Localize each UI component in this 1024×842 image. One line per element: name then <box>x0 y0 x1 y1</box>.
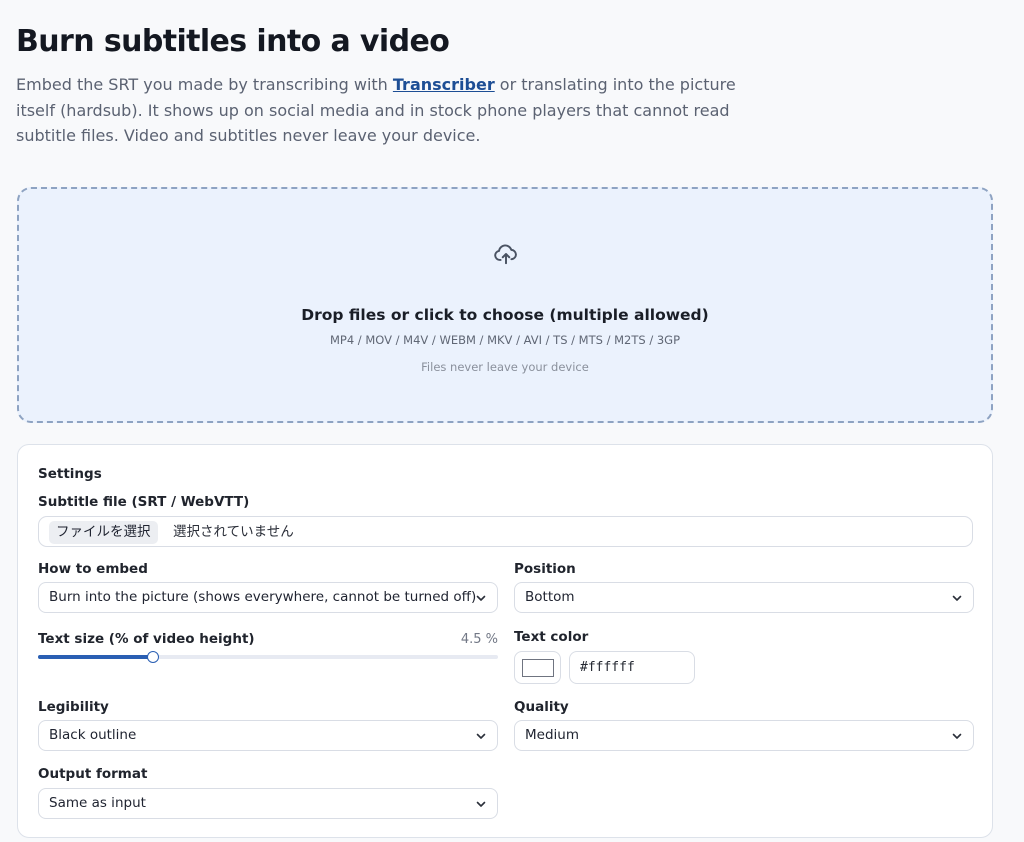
settings-panel: Settings Subtitle file (SRT / WebVTT) ファ… <box>17 444 993 838</box>
chevron-down-icon <box>476 595 486 601</box>
dropzone-formats: MP4 / MOV / M4V / WEBM / MKV / AVI / TS … <box>329 333 681 347</box>
text-color-picker[interactable] <box>514 651 561 684</box>
subtitle-file-input[interactable]: ファイルを選択 選択されていません <box>38 516 973 547</box>
slider-fill <box>38 655 153 659</box>
cloud-upload-icon <box>493 241 519 267</box>
position-select[interactable]: Bottom <box>514 582 974 613</box>
output-format-label: Output format <box>38 766 148 782</box>
position-label: Position <box>514 561 576 577</box>
legibility-value: Black outline <box>49 727 137 743</box>
chevron-down-icon <box>476 801 486 807</box>
text-size-slider[interactable] <box>38 651 498 663</box>
quality-value: Medium <box>525 727 579 743</box>
quality-label: Quality <box>514 699 569 715</box>
output-format-select[interactable]: Same as input <box>38 788 498 819</box>
slider-thumb[interactable] <box>147 651 159 663</box>
legibility-label: Legibility <box>38 699 109 715</box>
intro-text-before: Embed the SRT you made by transcribing w… <box>16 75 393 94</box>
text-size-value: 4.5 % <box>460 632 498 647</box>
dropzone-title: Drop files or click to choose (multiple … <box>301 306 709 324</box>
chevron-down-icon <box>952 595 962 601</box>
text-color-hex-input[interactable]: #ffffff <box>569 651 695 684</box>
output-format-value: Same as input <box>49 795 146 811</box>
how-to-embed-select[interactable]: Burn into the picture (shows everywhere,… <box>38 582 498 613</box>
file-status-text: 選択されていません <box>173 524 294 540</box>
position-value: Bottom <box>525 589 575 605</box>
quality-select[interactable]: Medium <box>514 720 974 751</box>
intro-text: Embed the SRT you made by transcribing w… <box>16 72 776 149</box>
dropzone-privacy-note: Files never leave your device <box>421 360 589 374</box>
settings-heading: Settings <box>38 466 102 482</box>
subtitle-file-label: Subtitle file (SRT / WebVTT) <box>38 494 250 510</box>
choose-file-button[interactable]: ファイルを選択 <box>49 521 158 544</box>
how-to-embed-label: How to embed <box>38 561 148 577</box>
page-title: Burn subtitles into a video <box>16 24 450 59</box>
text-color-label: Text color <box>514 629 589 645</box>
transcriber-link[interactable]: Transcriber <box>393 75 495 94</box>
text-size-label: Text size (% of video height) <box>38 631 255 647</box>
color-swatch <box>522 659 554 677</box>
how-to-embed-value: Burn into the picture (shows everywhere,… <box>49 589 477 605</box>
chevron-down-icon <box>476 733 486 739</box>
chevron-down-icon <box>952 733 962 739</box>
legibility-select[interactable]: Black outline <box>38 720 498 751</box>
file-dropzone[interactable]: Drop files or click to choose (multiple … <box>17 187 993 423</box>
